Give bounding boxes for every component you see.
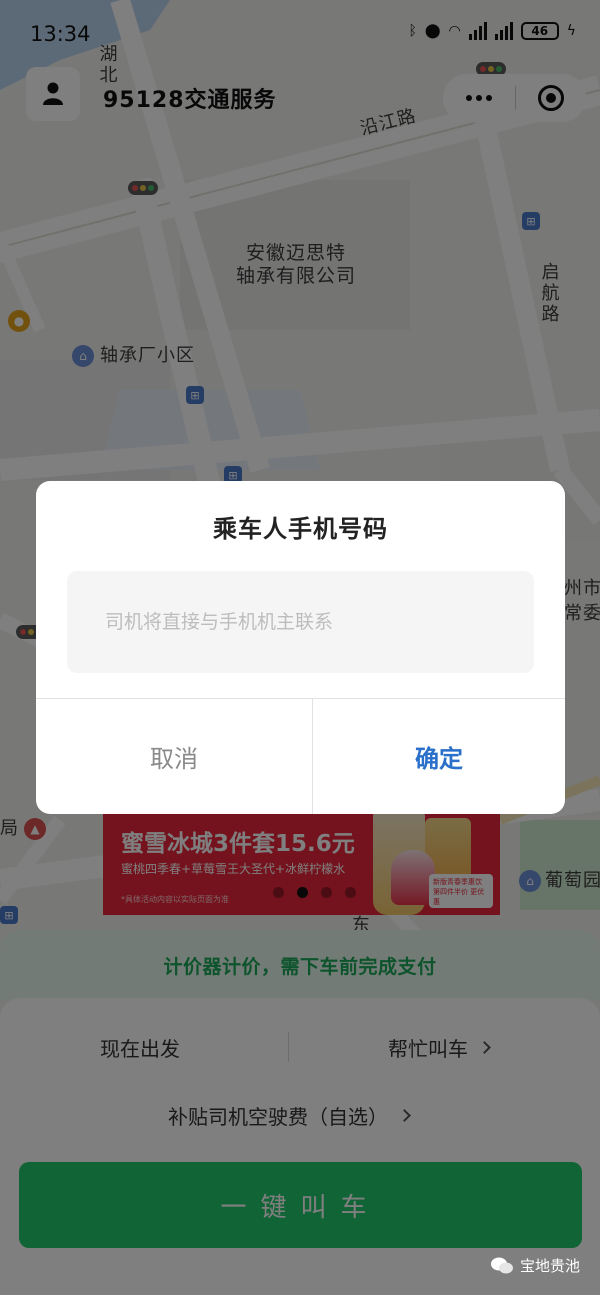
cancel-button[interactable]: 取消 — [36, 699, 312, 814]
wechat-icon — [490, 1257, 513, 1273]
phone-number-dialog: 乘车人手机号码 取消 确定 — [36, 481, 565, 814]
watermark-text: 宝地贵池 — [519, 1257, 580, 1275]
phone-number-input[interactable] — [67, 571, 534, 673]
watermark: 宝地贵池 — [490, 1255, 580, 1276]
confirm-button[interactable]: 确定 — [313, 699, 565, 814]
dialog-title: 乘车人手机号码 — [213, 515, 388, 543]
